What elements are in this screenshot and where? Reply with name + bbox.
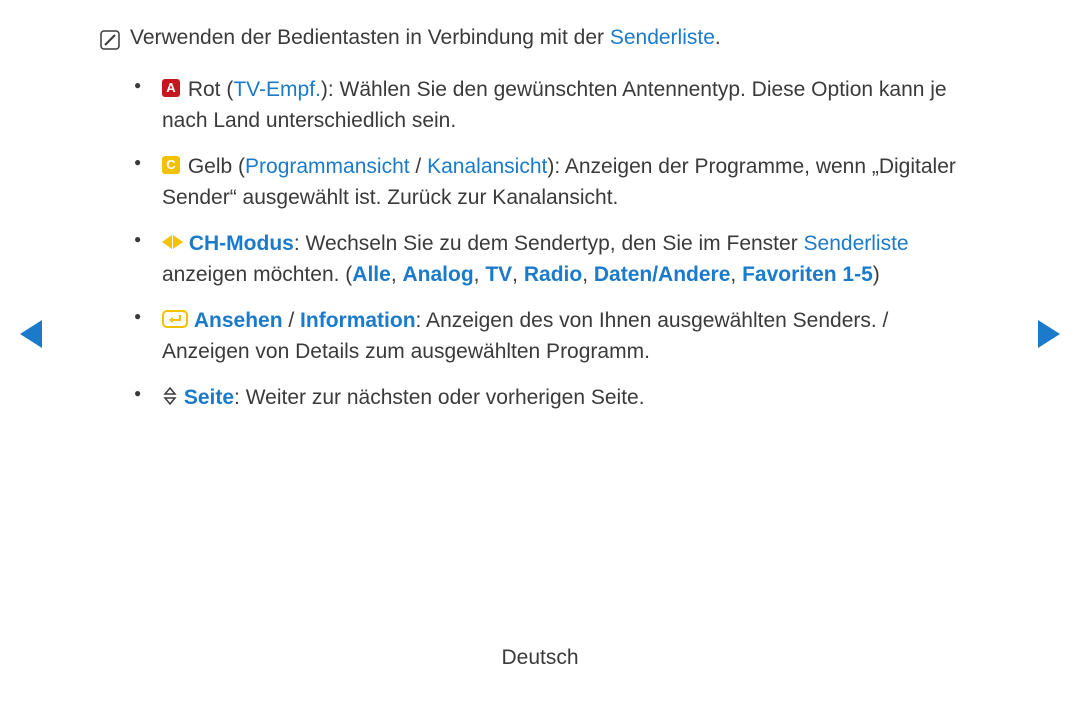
ch-after1: : Wechseln Sie zu dem Sendertyp, den Sie… [294,232,804,255]
up-down-icon [162,386,178,406]
ch-c1: , [391,263,403,286]
gelb-sep: / [410,155,428,178]
ch-o6: Favoriten 1-5 [742,263,873,286]
ch-o1: Alle [352,263,391,286]
left-right-arrows-icon [162,235,183,249]
ch-after2: anzeigen möchten. ( [162,263,352,286]
item-gelb: C Gelb (Programmansicht / Kanalansicht):… [134,151,980,214]
seite-after: : Weiter zur nächsten oder vorherigen Se… [234,386,645,409]
ch-c3: , [512,263,524,286]
ansehen-link1: Ansehen [194,309,283,332]
ch-o4: Radio [524,263,582,286]
intro-row: Verwenden der Bedientasten in Verbindung… [100,22,980,60]
intro-suffix: . [715,26,721,49]
item-ansehen: Ansehen / Information: Anzeigen des von … [134,305,980,368]
seite-link: Seite [184,386,234,409]
intro-link: Senderliste [610,26,715,49]
ch-o3: TV [485,263,512,286]
intro-prefix: Verwenden der Bedientasten in Verbindung… [130,26,610,49]
gelb-link1: Programmansicht [245,155,410,178]
rot-link: TV-Empf. [233,78,321,101]
item-seite: Seite: Weiter zur nächsten oder vorherig… [134,382,980,414]
triangle-left-icon [20,320,42,348]
ch-o5: Daten/Andere [594,263,731,286]
ch-link-senderliste: Senderliste [804,232,909,255]
page-content: Verwenden der Bedientasten in Verbindung… [100,22,980,427]
note-icon [100,28,120,60]
ch-o2: Analog [402,263,473,286]
page-language-footer: Deutsch [0,642,1080,674]
ch-modus-title: CH-Modus [189,232,294,255]
enter-icon [162,310,188,328]
rot-label: Rot ( [182,78,233,101]
ansehen-sep: / [283,309,301,332]
ch-c4: , [582,263,594,286]
gelb-link2: Kanalansicht [427,155,547,178]
triangle-right-icon [1038,320,1060,348]
bullet-list: A Rot (TV-Empf.): Wählen Sie den gewünsc… [100,74,980,414]
item-rot: A Rot (TV-Empf.): Wählen Sie den gewünsc… [134,74,980,137]
red-a-icon: A [162,79,180,97]
ch-close: ) [873,263,880,286]
gelb-label: Gelb ( [182,155,245,178]
intro-text: Verwenden der Bedientasten in Verbindung… [130,22,980,54]
ch-c2: , [474,263,486,286]
ansehen-link2: Information [300,309,416,332]
ch-c5: , [730,263,742,286]
page-next-button[interactable] [1038,320,1060,348]
page-prev-button[interactable] [20,320,42,348]
yellow-c-icon: C [162,156,180,174]
item-ch-modus: CH-Modus: Wechseln Sie zu dem Sendertyp,… [134,228,980,291]
